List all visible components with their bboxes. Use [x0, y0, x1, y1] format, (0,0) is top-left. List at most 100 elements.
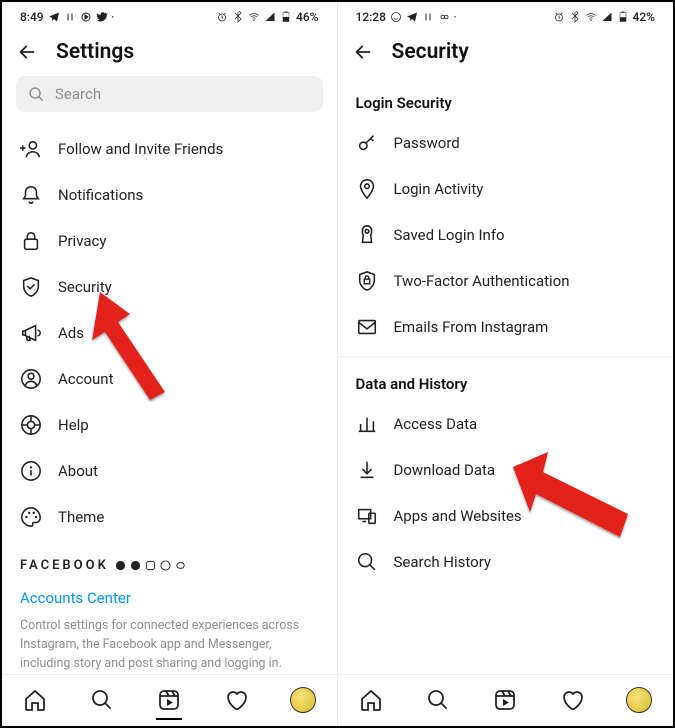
search-icon	[356, 551, 378, 573]
header-right: Security	[338, 30, 674, 76]
menu-login-activity[interactable]: Login Activity	[338, 166, 674, 212]
nav-profile-avatar[interactable]	[626, 687, 652, 713]
bell-icon	[20, 184, 42, 206]
status-time: 12:28	[356, 10, 386, 24]
palette-icon	[20, 506, 42, 528]
search-icon	[28, 86, 45, 103]
menu-account[interactable]: Account	[2, 356, 337, 402]
telegram-icon	[48, 11, 60, 23]
menu-privacy[interactable]: Privacy	[2, 218, 337, 264]
accounts-center-link[interactable]: Accounts Center	[2, 579, 337, 611]
battery-icon	[280, 11, 292, 23]
lock-icon	[20, 230, 42, 252]
menu-security[interactable]: Security	[2, 264, 337, 310]
nav-heart-icon[interactable]	[223, 687, 249, 713]
facebook-brand-section: FACEBOOK	[2, 540, 337, 579]
section-data-history: Data and History	[338, 357, 674, 401]
alarm-icon	[216, 11, 228, 23]
menu-help[interactable]: Help	[2, 402, 337, 448]
page-title: Security	[392, 40, 469, 64]
menu-saved-login[interactable]: Saved Login Info	[338, 212, 674, 258]
shield-icon	[20, 276, 42, 298]
bar-chart-icon	[356, 413, 378, 435]
location-icon	[356, 178, 378, 200]
account-icon	[20, 368, 42, 390]
dot-icon: •	[112, 14, 114, 21]
menu-notifications[interactable]: Notifications	[2, 172, 337, 218]
menu-apps-websites[interactable]: Apps and Websites	[338, 493, 674, 539]
menu-download-data[interactable]: Download Data	[338, 447, 674, 493]
download-icon	[356, 459, 378, 481]
menu-label: Emails From Instagram	[394, 318, 549, 336]
nav-reels-icon[interactable]	[156, 687, 182, 713]
menu-label: Access Data	[394, 415, 478, 433]
nav-home-icon[interactable]	[358, 687, 384, 713]
menu-label: Search History	[394, 553, 492, 571]
wifi-icon	[585, 11, 597, 23]
menu-theme[interactable]: Theme	[2, 494, 337, 540]
nav-heart-icon[interactable]	[559, 687, 585, 713]
menu-access-data[interactable]: Access Data	[338, 401, 674, 447]
menu-label: Notifications	[58, 186, 143, 204]
nav-home-icon[interactable]	[22, 687, 48, 713]
alarm-icon	[553, 11, 565, 23]
pause-icon	[64, 11, 76, 23]
signal-icon	[601, 11, 613, 23]
facebook-brand-text: FACEBOOK	[20, 558, 109, 573]
settings-menu: Follow and Invite Friends Notifications …	[2, 126, 337, 674]
devices-icon	[356, 505, 378, 527]
megaphone-icon	[20, 322, 42, 344]
shield-lock-icon	[356, 270, 378, 292]
menu-emails-instagram[interactable]: Emails From Instagram	[338, 304, 674, 350]
bottom-nav-right	[338, 674, 674, 726]
mail-icon	[356, 316, 378, 338]
nav-profile-avatar[interactable]	[290, 687, 316, 713]
menu-password[interactable]: Password	[338, 120, 674, 166]
search-input[interactable]: Search	[16, 76, 323, 112]
menu-label: Help	[58, 416, 89, 434]
brand-icons	[115, 560, 186, 571]
help-icon	[20, 414, 42, 436]
menu-label: Privacy	[58, 232, 106, 250]
status-bar-right: 12:28 • 42%	[338, 2, 674, 30]
bluetooth-icon	[232, 11, 244, 23]
telegram-icon	[406, 11, 418, 23]
page-title: Settings	[56, 40, 134, 64]
menu-label: Security	[58, 278, 112, 296]
battery-pct: 46%	[296, 10, 318, 24]
nav-search-icon[interactable]	[89, 687, 115, 713]
whatsapp-icon	[390, 11, 402, 23]
header-left: Settings	[2, 30, 337, 76]
menu-search-history[interactable]: Search History	[338, 539, 674, 585]
keyhole-icon	[356, 224, 378, 246]
menu-follow-invite[interactable]: Follow and Invite Friends	[2, 126, 337, 172]
bluetooth-icon	[569, 11, 581, 23]
menu-label: Apps and Websites	[394, 507, 522, 525]
menu-two-factor[interactable]: Two-Factor Authentication	[338, 258, 674, 304]
back-arrow-icon[interactable]	[16, 41, 38, 63]
menu-label: About	[58, 462, 98, 480]
menu-ads[interactable]: Ads	[2, 310, 337, 356]
nav-reels-icon[interactable]	[492, 687, 518, 713]
search-placeholder: Search	[55, 85, 101, 103]
status-bar-left: 8:49 • 46%	[2, 2, 337, 30]
menu-label: Follow and Invite Friends	[58, 140, 223, 158]
circle-icon	[80, 11, 92, 23]
dot-icon: •	[454, 14, 456, 21]
nav-search-icon[interactable]	[425, 687, 451, 713]
menu-about[interactable]: About	[2, 448, 337, 494]
menu-label: Login Activity	[394, 180, 484, 198]
menu-label: Download Data	[394, 461, 496, 479]
bottom-nav-left	[2, 674, 337, 726]
security-menu: Login Security Password Login Activity S…	[338, 76, 674, 674]
menu-label: Ads	[58, 324, 84, 342]
menu-label: Password	[394, 134, 460, 152]
wifi-icon	[248, 11, 260, 23]
info-icon	[20, 460, 42, 482]
menu-label: Theme	[58, 508, 104, 526]
menu-label: Account	[58, 370, 114, 388]
section-login-security: Login Security	[338, 76, 674, 120]
accounts-center-desc: Control settings for connected experienc…	[2, 611, 337, 674]
back-arrow-icon[interactable]	[352, 41, 374, 63]
status-time: 8:49	[20, 10, 44, 24]
